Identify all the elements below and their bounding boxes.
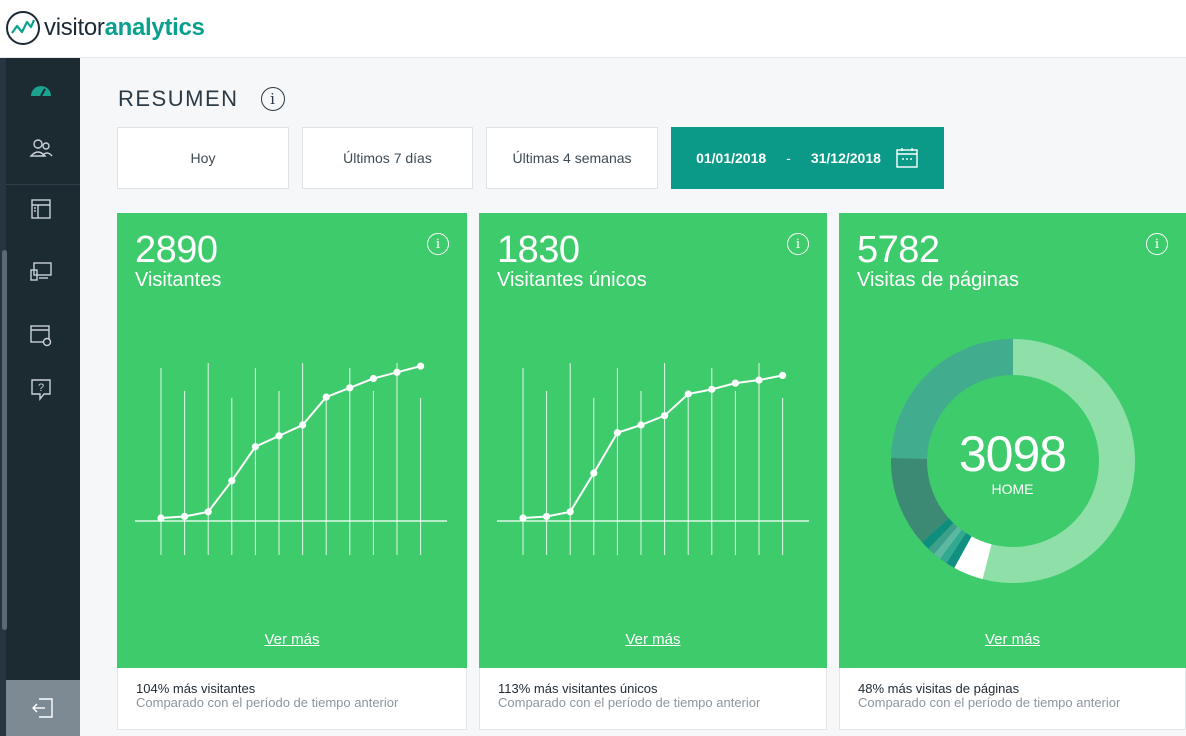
page-views-label: Visitas de páginas bbox=[857, 269, 1019, 291]
range-last7-button[interactable]: Últimos 7 días bbox=[302, 127, 473, 189]
visitors-label: Visitantes bbox=[135, 269, 222, 291]
range-today-button[interactable]: Hoy bbox=[117, 127, 289, 189]
page-title-text: RESUMEN bbox=[118, 86, 239, 111]
logo-text-light: visitor bbox=[44, 14, 105, 41]
data-point bbox=[519, 514, 527, 522]
data-point bbox=[181, 512, 189, 521]
data-point bbox=[369, 374, 377, 383]
logo-text: visitoranalytics bbox=[44, 14, 205, 42]
data-point bbox=[393, 368, 401, 376]
info-icon[interactable]: i bbox=[260, 87, 285, 111]
sidebar-item-devices[interactable] bbox=[24, 254, 58, 288]
data-point bbox=[708, 385, 716, 393]
unique-visitors-comparison-note: Comparado con el período de tiempo anter… bbox=[498, 695, 761, 710]
visitors-value: 2890 bbox=[135, 229, 218, 271]
donut-center-value: 3098 bbox=[958, 426, 1067, 482]
logout-button[interactable] bbox=[6, 680, 80, 736]
logo-text-bold: analytics bbox=[104, 14, 205, 41]
settings-window-icon bbox=[30, 325, 52, 347]
donut-center-label: HOME bbox=[991, 481, 1034, 497]
card-page-views-footer: 48% más visitas de páginas Comparado con… bbox=[839, 668, 1186, 730]
data-point bbox=[637, 421, 645, 429]
data-point bbox=[204, 508, 212, 516]
sidebar-item-users[interactable] bbox=[24, 132, 58, 166]
data-point bbox=[275, 432, 283, 440]
info-icon[interactable]: i bbox=[787, 233, 809, 255]
visitors-comparison-note: Comparado con el período de tiempo anter… bbox=[136, 695, 399, 710]
svg-text:?: ? bbox=[38, 382, 44, 394]
dashboard-icon bbox=[31, 86, 51, 97]
sidebar-divider bbox=[6, 184, 80, 185]
sidebar-item-settings[interactable] bbox=[24, 318, 58, 352]
data-point bbox=[417, 362, 425, 370]
card-unique-visitors-body: 1830 Visitantes únicos i Ver más bbox=[479, 213, 827, 668]
data-point bbox=[566, 508, 574, 516]
users-icon bbox=[29, 139, 53, 157]
sidebar-item-help[interactable]: ? bbox=[24, 372, 58, 406]
calendar-icon bbox=[896, 148, 918, 168]
unique-visitors-label: Visitantes únicos bbox=[497, 269, 647, 291]
sidebar-scrollbar[interactable] bbox=[2, 250, 7, 630]
range-last4w-button[interactable]: Últimas 4 semanas bbox=[486, 127, 658, 189]
data-point bbox=[251, 443, 259, 451]
help-icon: ? bbox=[31, 379, 51, 401]
data-point bbox=[228, 477, 236, 485]
data-point bbox=[684, 390, 692, 398]
card-visitors-body: 2890 Visitantes i Ver más bbox=[117, 213, 467, 668]
page-views-comparison-note: Comparado con el período de tiempo anter… bbox=[858, 695, 1121, 710]
card-page-views: 5782 Visitas de páginas i 3098 HOME Ver … bbox=[839, 213, 1186, 730]
see-more-link[interactable]: Ver más bbox=[117, 631, 467, 648]
sidebar-item-layout[interactable] bbox=[24, 192, 58, 226]
page-title: RESUMEN i bbox=[118, 86, 285, 112]
devices-icon bbox=[30, 262, 52, 281]
date-range-button[interactable]: 01/01/2018 - 31/12/2018 bbox=[671, 127, 944, 189]
data-point bbox=[731, 379, 739, 387]
visitors-comparison: 104% más visitantes bbox=[136, 681, 256, 696]
data-point bbox=[661, 412, 669, 420]
series-line bbox=[522, 374, 783, 519]
card-unique-visitors-footer: 113% más visitantes únicos Comparado con… bbox=[479, 668, 827, 730]
logo-icon bbox=[6, 11, 40, 45]
logo[interactable]: visitoranalytics bbox=[4, 8, 205, 48]
card-visitors-footer: 104% más visitantes Comparado con el per… bbox=[117, 668, 467, 730]
unique-visitors-value: 1830 bbox=[497, 229, 580, 271]
data-point bbox=[590, 469, 598, 477]
data-point bbox=[543, 512, 551, 521]
card-page-views-body: 5782 Visitas de páginas i 3098 HOME Ver … bbox=[839, 213, 1186, 668]
see-more-link[interactable]: Ver más bbox=[839, 631, 1186, 648]
data-point bbox=[157, 514, 165, 522]
card-visitors: 2890 Visitantes i Ver más 104% más visit… bbox=[117, 213, 467, 730]
info-icon[interactable]: i bbox=[1146, 233, 1168, 255]
sidebar: ? bbox=[0, 58, 80, 736]
sidebar-item-dashboard[interactable] bbox=[24, 74, 58, 108]
unique-visitors-comparison: 113% más visitantes únicos bbox=[498, 681, 658, 696]
info-icon[interactable]: i bbox=[427, 233, 449, 255]
top-bar: visitoranalytics bbox=[0, 0, 1186, 58]
data-point bbox=[779, 371, 787, 379]
data-point bbox=[346, 384, 354, 392]
layout-icon bbox=[31, 199, 51, 219]
see-more-link[interactable]: Ver más bbox=[479, 631, 827, 648]
logout-icon bbox=[32, 698, 53, 718]
series-line bbox=[160, 365, 421, 519]
data-point bbox=[322, 393, 330, 401]
data-point bbox=[613, 429, 621, 437]
date-to: 31/12/2018 bbox=[810, 150, 881, 166]
data-point bbox=[755, 376, 763, 384]
data-point bbox=[299, 421, 307, 429]
page-views-value: 5782 bbox=[857, 229, 940, 271]
page-views-comparison: 48% más visitas de páginas bbox=[858, 681, 1020, 696]
date-from: 01/01/2018 bbox=[696, 150, 767, 166]
date-separator: - bbox=[786, 150, 791, 166]
card-unique-visitors: 1830 Visitantes únicos i Ver más 113% má… bbox=[479, 213, 827, 730]
